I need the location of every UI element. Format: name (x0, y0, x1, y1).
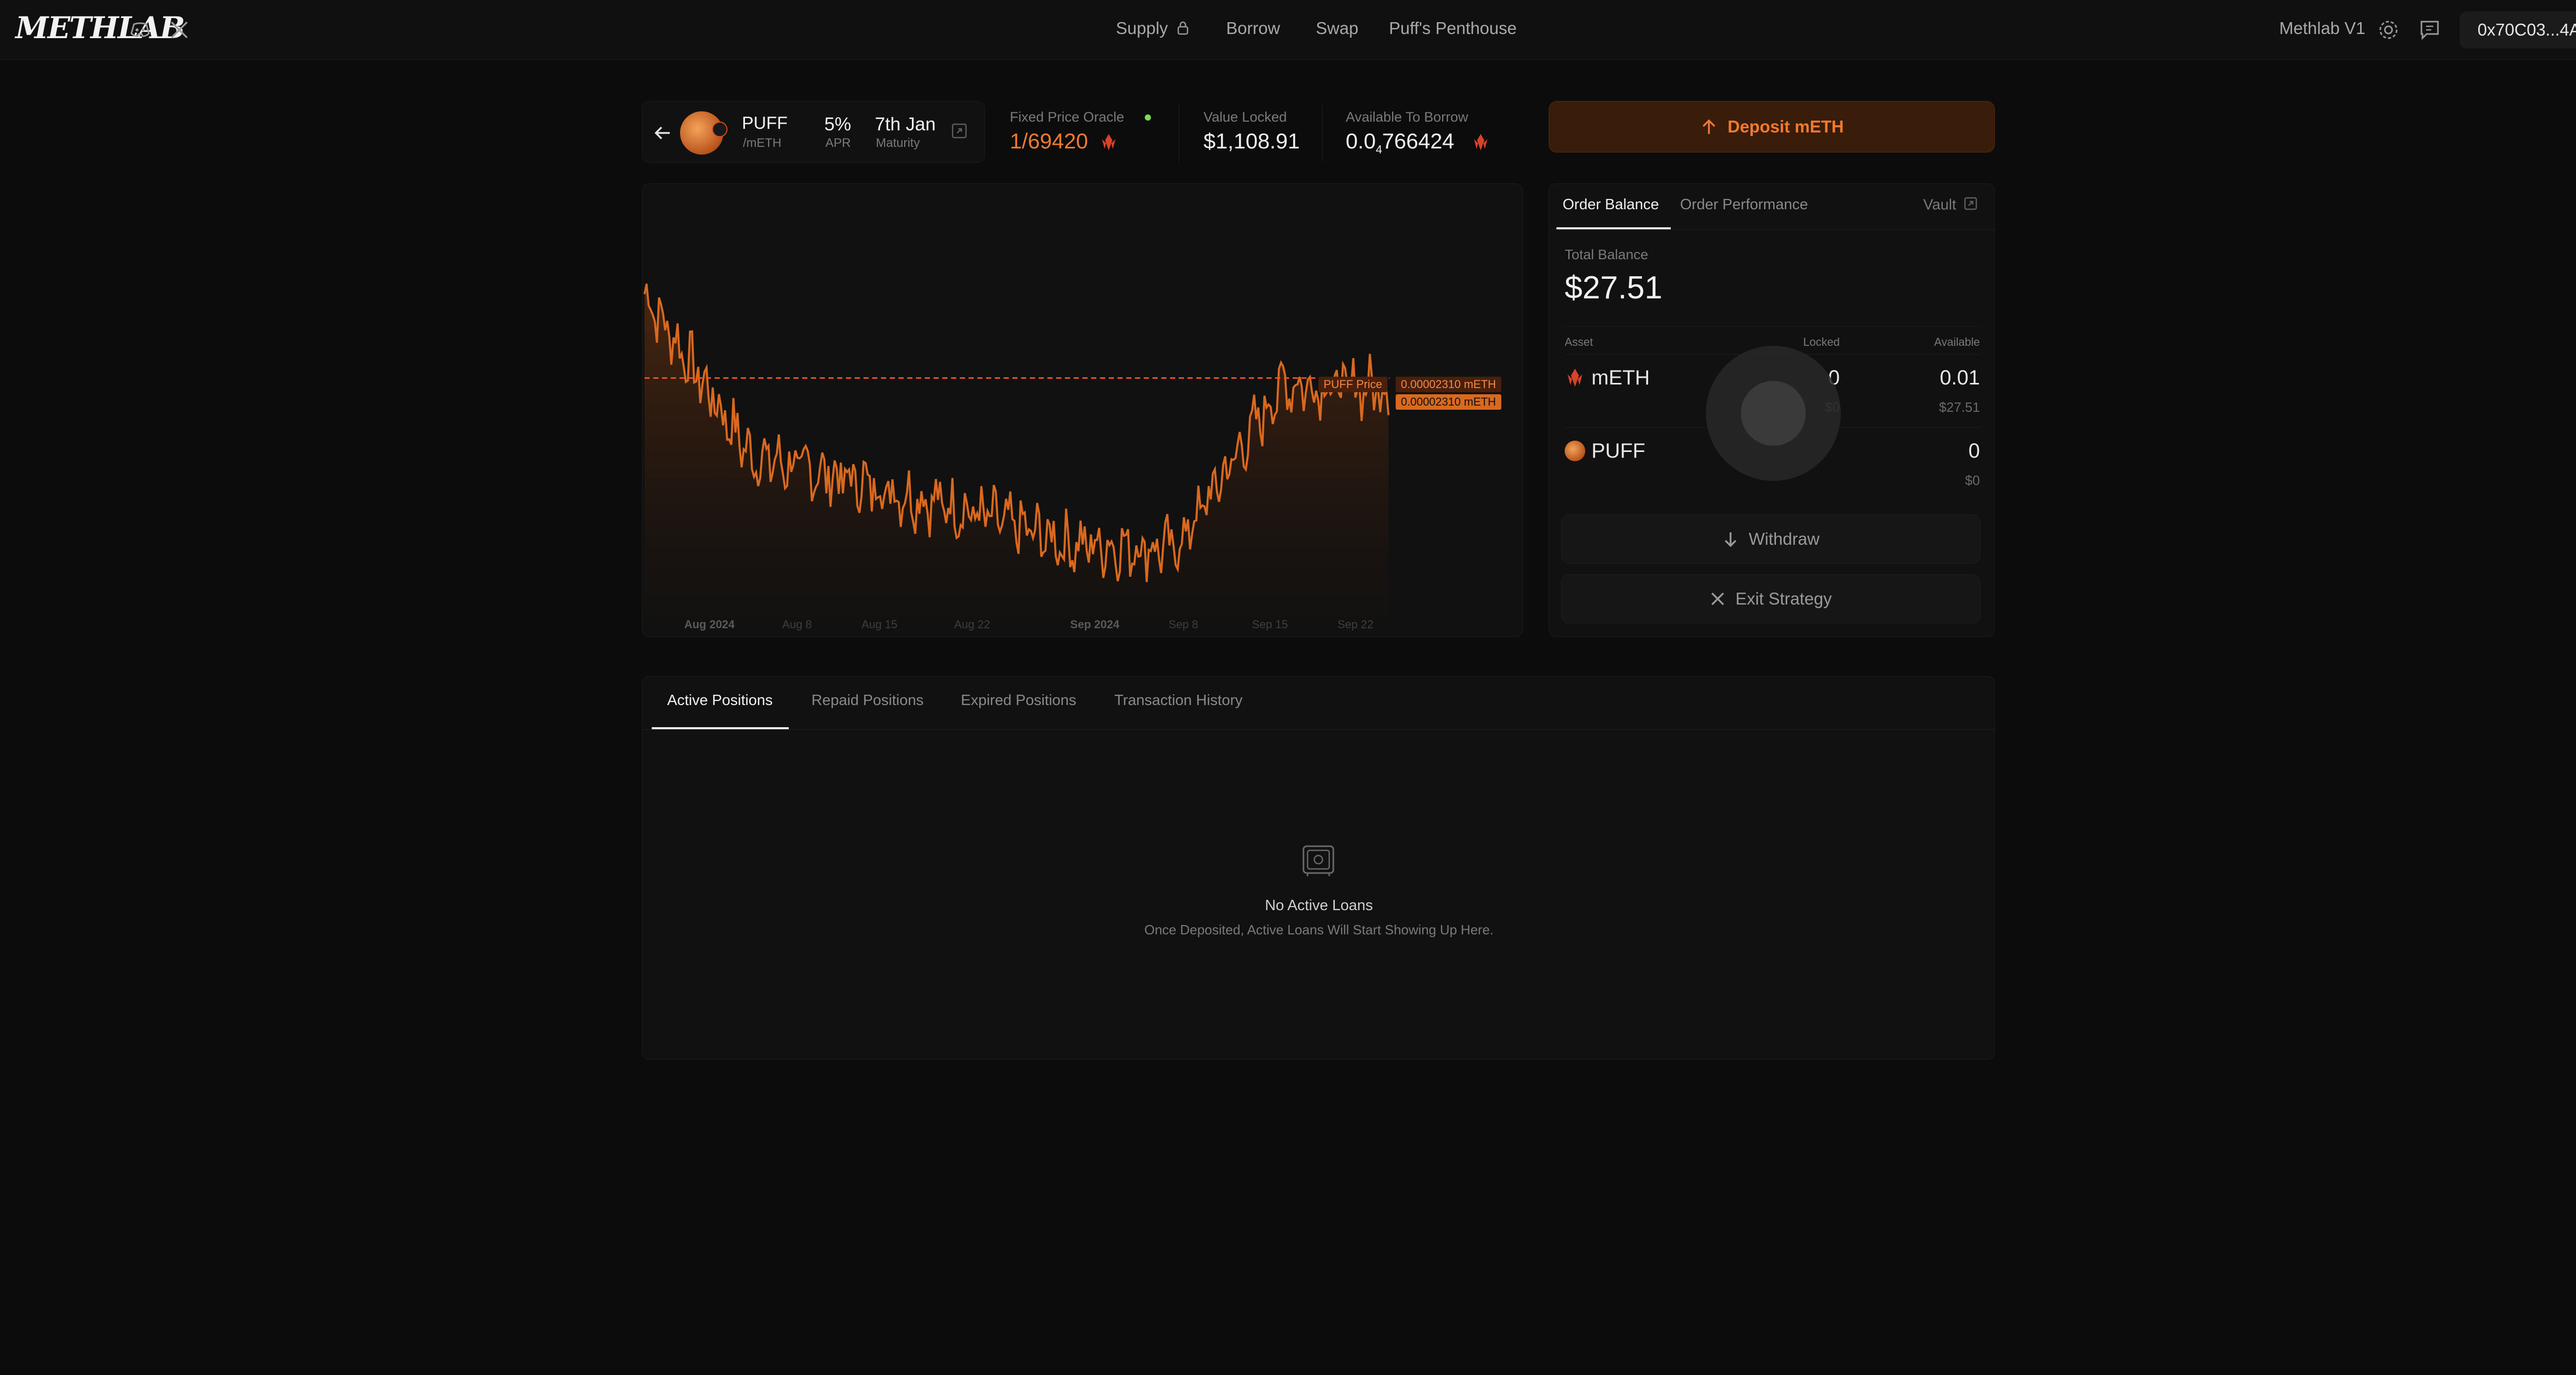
borrow-prefix: 0.0 (1346, 129, 1376, 153)
version-selector[interactable]: Methlab V1 (2279, 19, 2365, 38)
x-axis-tick-label: Aug 22 (954, 618, 990, 631)
nav-swap[interactable]: Swap (1316, 19, 1359, 38)
oracle-label: Fixed Price Oracle (1010, 109, 1125, 125)
meth-flame-icon (1097, 131, 1120, 154)
tab-divider (1549, 229, 1995, 230)
col-locked: Locked (1803, 336, 1840, 348)
withdraw-label: Withdraw (1749, 529, 1820, 548)
price-chart[interactable]: Aug 2024 Aug 8 Aug 15 Aug 22 Sep 2024 Sep 8 Se… (642, 184, 1523, 638)
puff-price-tag: PUFF Price (1318, 377, 1387, 392)
available-usd: $0 (1965, 473, 1980, 488)
discord-icon[interactable] (129, 19, 151, 41)
x-axis-tick-label: Sep 8 (1168, 618, 1198, 631)
deposit-label: Deposit mETH (1727, 117, 1844, 136)
tab-divider (642, 729, 1995, 730)
nav-supply[interactable]: Supply (1116, 19, 1189, 39)
meth-flame-icon (1564, 366, 1586, 392)
order-balance-panel: Order Balance Order Performance Vault To… (1549, 183, 1995, 637)
borrow-suffix: 766424 (1382, 129, 1454, 153)
back-arrow-icon[interactable] (650, 121, 675, 145)
close-icon (1709, 591, 1726, 607)
price-value-label-current: 0.00002310 mETH (1396, 394, 1501, 410)
borrow-zero-count: 4 (1376, 143, 1382, 156)
meth-badge-icon (712, 122, 727, 137)
nav-borrow[interactable]: Borrow (1226, 19, 1280, 38)
col-asset: Asset (1565, 336, 1594, 348)
value-locked-label: Value Locked (1204, 109, 1287, 125)
nav-puffs-penthouse[interactable]: Puff's Penthouse (1389, 19, 1517, 38)
x-axis-tick-label: Aug 8 (782, 618, 812, 631)
x-axis-tick-label: Aug 2024 (684, 618, 735, 631)
positions-panel: Active Positions Repaid Positions Expire… (642, 676, 1995, 1060)
methlab-logo[interactable]: METHLAB (15, 10, 185, 45)
col-available: Available (1934, 336, 1980, 348)
meth-flame-icon (1469, 131, 1492, 154)
empty-state-title: No Active Loans (1265, 897, 1373, 914)
exit-strategy-button[interactable]: Exit Strategy (1561, 574, 1980, 624)
price-chart-panel[interactable]: Aug 2024 Aug 8 Aug 15 Aug 22 Sep 2024 Sep 8 Se… (642, 183, 1523, 637)
loading-spinner-core (1741, 381, 1806, 446)
divider (1322, 105, 1323, 162)
x-axis-tick-label: Sep 15 (1252, 618, 1288, 631)
total-balance-label: Total Balance (1565, 247, 1649, 262)
puff-token-icon (1565, 441, 1585, 461)
oracle-status-dot (1145, 114, 1151, 121)
available-to-borrow-label: Available To Borrow (1346, 109, 1468, 125)
total-balance-value: $27.51 (1565, 270, 1663, 306)
maturity-value: 7th Jan (875, 113, 936, 135)
feedback-chat-icon[interactable] (2417, 18, 2442, 42)
arrow-down-icon (1722, 530, 1739, 548)
maturity-label: Maturity (876, 136, 920, 150)
lock-icon (1177, 20, 1189, 39)
apr-label: APR (825, 136, 851, 150)
exit-strategy-label: Exit Strategy (1735, 589, 1832, 608)
arrow-up-icon (1700, 118, 1718, 136)
market-token-name: PUFF (742, 113, 788, 133)
x-axis-tick-label: Sep 22 (1337, 618, 1374, 631)
available-amount: 0 (1968, 440, 1980, 462)
oracle-value: 1/69420 (1010, 129, 1088, 153)
available-usd: $27.51 (1939, 399, 1980, 415)
external-link-icon (1963, 196, 1978, 215)
asset-name: PUFF (1591, 440, 1646, 462)
loading-spinner (1706, 346, 1841, 481)
tab-transaction-history[interactable]: Transaction History (1114, 692, 1243, 709)
external-link-icon[interactable] (950, 122, 969, 140)
price-area-fill (645, 283, 1388, 617)
tab-order-performance[interactable]: Order Performance (1680, 196, 1808, 213)
x-axis-tick-label: Aug 15 (861, 618, 897, 631)
vault-link[interactable]: Vault (1923, 196, 1978, 215)
empty-state-subtitle: Once Deposited, Active Loans Will Start … (1144, 922, 1494, 937)
top-navigation-bar: METHLAB Supply Borrow Swap Puff's Pentho… (0, 0, 2576, 60)
market-pair: /mETH (743, 136, 782, 150)
nav-supply-label: Supply (1116, 19, 1168, 38)
divider (1565, 326, 1980, 327)
tab-expired-positions[interactable]: Expired Positions (961, 692, 1076, 709)
gear-icon[interactable] (2376, 18, 2401, 42)
price-value-label-top: 0.00002310 mETH (1396, 377, 1501, 392)
apr-value: 5% (824, 113, 852, 135)
value-locked-amount: $1,108.91 (1204, 129, 1300, 153)
vault-label: Vault (1923, 196, 1956, 213)
available-amount: 0.01 (1940, 366, 1980, 389)
tab-active-positions[interactable]: Active Positions (667, 692, 773, 709)
asset-name: mETH (1591, 366, 1650, 389)
tab-repaid-positions[interactable]: Repaid Positions (811, 692, 924, 709)
tab-order-balance[interactable]: Order Balance (1563, 196, 1659, 213)
wallet-address-button[interactable]: 0x70C03...4AB7 (2460, 11, 2576, 48)
x-axis-tick-label: Sep 2024 (1070, 618, 1120, 631)
deposit-meth-button[interactable]: Deposit mETH (1549, 101, 1995, 153)
available-to-borrow-amount: 0.04766424 (1346, 129, 1454, 156)
withdraw-button[interactable]: Withdraw (1561, 514, 1980, 564)
vault-safe-icon (1300, 842, 1337, 879)
x-twitter-icon[interactable] (168, 19, 191, 41)
